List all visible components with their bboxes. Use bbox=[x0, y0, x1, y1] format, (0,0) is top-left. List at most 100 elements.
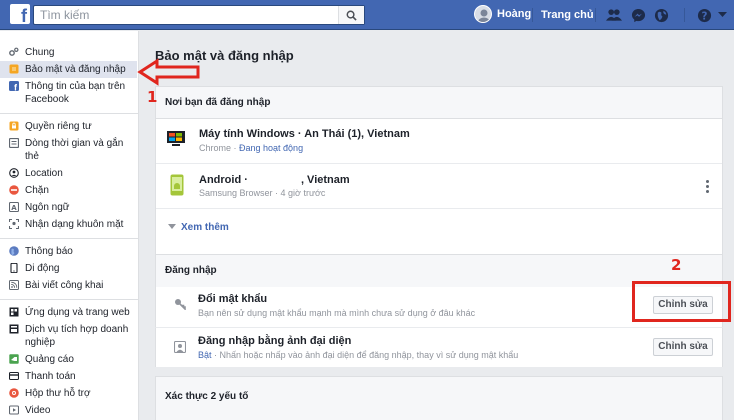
row-title: Đăng nhập bằng ảnh đại diện bbox=[198, 335, 352, 347]
sidebar-item-ads[interactable]: Quảng cáo bbox=[0, 351, 138, 368]
sidebar-item-general[interactable]: Chung bbox=[0, 44, 138, 61]
sidebar-item-label: Dòng thời gian và gắn thẻ bbox=[25, 138, 124, 162]
sidebar-item-label: Thông tin của bạn trên Facebook bbox=[25, 81, 126, 105]
session-status: 4 giờ trước bbox=[280, 188, 326, 198]
sidebar-item-label: Bảo mật và đăng nhập bbox=[25, 64, 126, 75]
key-icon bbox=[175, 299, 186, 310]
location-icon bbox=[9, 168, 19, 178]
where-logged-in-card: Nơi bạn đã đăng nhập Máy tính Windows · … bbox=[155, 86, 723, 260]
sidebar-item-label: Di động bbox=[25, 263, 60, 274]
ads-icon bbox=[9, 354, 19, 364]
annotation-step-2: 2 bbox=[671, 256, 682, 274]
sidebar-item-label: Chặn bbox=[25, 185, 49, 196]
apps-icon bbox=[9, 307, 19, 317]
timeline-icon bbox=[9, 138, 19, 148]
business-icon bbox=[9, 324, 19, 334]
session-details: Samsung Browser · 4 giờ trước bbox=[199, 188, 325, 198]
edit-profile-picture-login-button[interactable]: Chỉnh sửa bbox=[653, 338, 713, 356]
sidebar-item-label: Video bbox=[25, 405, 51, 416]
more-options-icon[interactable] bbox=[706, 180, 710, 195]
globe-icon[interactable] bbox=[653, 7, 669, 23]
sidebar-item-timeline-tagging[interactable]: Dòng thời gian và gắn thẻ bbox=[0, 135, 138, 165]
sidebar-item-mobile[interactable]: Di động bbox=[0, 260, 138, 277]
sidebar-item-privacy[interactable]: Quyền riêng tư bbox=[0, 118, 138, 135]
row-title: Đổi mật khẩu bbox=[198, 293, 268, 305]
rss-icon bbox=[9, 280, 19, 290]
sidebar-item-support-inbox[interactable]: Hộp thư hỗ trợ bbox=[0, 385, 138, 402]
facebook-logo[interactable]: f bbox=[10, 4, 30, 24]
section-header: Xác thực 2 yếu tố bbox=[156, 377, 722, 420]
sidebar-item-payments[interactable]: Thanh toán bbox=[0, 368, 138, 385]
separator: · bbox=[231, 143, 240, 153]
session-item[interactable]: Android · , Vietnam Samsung Browser · 4 … bbox=[156, 164, 722, 209]
sidebar-group: Thông báo Di động Bài viết công khai bbox=[0, 239, 138, 300]
sidebar-item-label: Thanh toán bbox=[25, 371, 76, 382]
block-icon bbox=[9, 185, 19, 195]
session-device: Máy tính Windows · An Thái (1), Vietnam bbox=[199, 128, 410, 140]
settings-sidebar: Chung Bảo mật và đăng nhập f Thông tin c… bbox=[0, 31, 139, 420]
shield-icon bbox=[9, 64, 19, 74]
row-description: Bạn nên sử dụng mật khẩu mạnh mà mình ch… bbox=[198, 308, 476, 318]
sidebar-item-location[interactable]: Location bbox=[0, 165, 138, 182]
sidebar-item-label: Location bbox=[25, 168, 63, 179]
divider bbox=[684, 8, 685, 22]
divider bbox=[595, 8, 596, 22]
language-icon: A bbox=[9, 202, 19, 212]
session-details: Chrome · Đang hoạt động bbox=[199, 143, 303, 153]
sidebar-item-apps-websites[interactable]: Ứng dụng và trang web bbox=[0, 304, 138, 321]
session-device-prefix: Android · bbox=[199, 174, 251, 186]
row-description-text: · Nhấn hoặc nhấp vào ảnh đại diện để đăn… bbox=[211, 350, 519, 360]
caret-down-icon bbox=[168, 224, 176, 229]
messenger-icon[interactable] bbox=[630, 7, 646, 23]
search-input[interactable] bbox=[34, 6, 334, 24]
session-device-suffix: , Vietnam bbox=[300, 174, 350, 186]
sidebar-item-videos[interactable]: Video bbox=[0, 402, 138, 419]
session-browser: Samsung Browser bbox=[199, 188, 273, 198]
profile-link[interactable]: Hoàng bbox=[474, 5, 531, 23]
session-status: Đang hoạt động bbox=[239, 143, 304, 153]
section-header: Nơi bạn đã đăng nhập bbox=[156, 87, 722, 119]
top-navigation-bar: f Hoàng Trang chủ ? bbox=[0, 0, 734, 30]
chevron-down-icon[interactable] bbox=[714, 7, 730, 23]
see-more-link[interactable]: Xem thêm bbox=[168, 222, 229, 233]
search-button[interactable] bbox=[338, 6, 364, 24]
sidebar-item-business-integrations[interactable]: Dịch vụ tích hợp doanh nghiệp bbox=[0, 321, 138, 351]
sidebar-item-blocking[interactable]: Chặn bbox=[0, 182, 138, 199]
see-more-label: Xem thêm bbox=[181, 222, 229, 233]
sidebar-item-label: Hộp thư hỗ trợ bbox=[25, 388, 91, 399]
sidebar-item-language[interactable]: A Ngôn ngữ bbox=[0, 199, 138, 216]
search-icon bbox=[346, 10, 357, 21]
sidebar-group: Ứng dụng và trang web Dịch vụ tích hợp d… bbox=[0, 300, 138, 420]
friend-requests-icon[interactable] bbox=[606, 7, 622, 23]
sidebar-item-notifications[interactable]: Thông báo bbox=[0, 243, 138, 260]
sidebar-item-label: Thông báo bbox=[25, 246, 73, 257]
profile-picture-icon bbox=[174, 341, 186, 353]
svg-text:A: A bbox=[11, 204, 17, 212]
sidebar-item-label: Quyền riêng tư bbox=[25, 121, 92, 132]
sidebar-item-security-login[interactable]: Bảo mật và đăng nhập bbox=[0, 61, 137, 78]
divider bbox=[532, 8, 533, 22]
profile-picture-login-row: Đăng nhập bằng ảnh đại diện Bật · Nhấn h… bbox=[155, 327, 723, 367]
sidebar-group: Chung Bảo mật và đăng nhập f Thông tin c… bbox=[0, 31, 138, 114]
video-icon bbox=[9, 405, 19, 415]
payment-icon bbox=[9, 371, 19, 381]
sidebar-item-label: Ứng dụng và trang web bbox=[25, 307, 130, 318]
help-icon[interactable]: ? bbox=[696, 7, 712, 23]
mobile-icon bbox=[10, 263, 18, 273]
sidebar-item-face-recognition[interactable]: Nhận dạng khuôn mặt bbox=[0, 216, 138, 233]
row-description: Bật · Nhấn hoặc nhấp vào ảnh đại diện để… bbox=[198, 350, 518, 360]
sidebar-item-label: Nhận dạng khuôn mặt bbox=[25, 219, 124, 230]
session-device: Android · , Vietnam bbox=[199, 173, 350, 186]
home-link[interactable]: Trang chủ bbox=[541, 9, 594, 21]
android-phone-icon bbox=[170, 174, 184, 199]
desktop-icon bbox=[166, 129, 186, 152]
two-factor-card: Xác thực 2 yếu tố bbox=[155, 376, 723, 420]
annotation-highlight-box bbox=[632, 281, 731, 322]
face-recognition-icon bbox=[9, 219, 19, 229]
see-more-row: Xem thêm bbox=[156, 209, 722, 249]
gears-icon bbox=[9, 47, 19, 56]
sidebar-item-your-facebook-info[interactable]: f Thông tin của bạn trên Facebook bbox=[0, 78, 138, 108]
sidebar-item-public-posts[interactable]: Bài viết công khai bbox=[0, 277, 138, 294]
redacted-location bbox=[250, 173, 301, 183]
session-item[interactable]: Máy tính Windows · An Thái (1), Vietnam … bbox=[156, 119, 722, 164]
